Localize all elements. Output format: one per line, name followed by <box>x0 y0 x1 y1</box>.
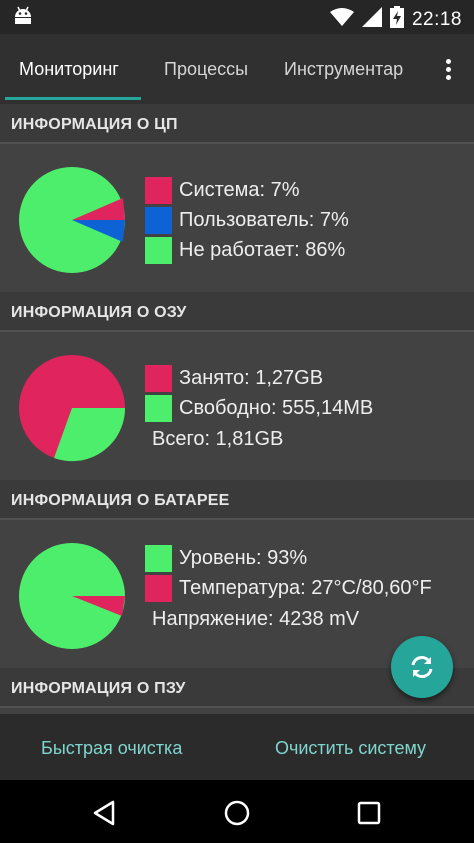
battery-level-value: Уровень: 93% <box>179 546 308 569</box>
legend-row: Температура: 27°C/80,60°F <box>145 574 474 602</box>
status-bar: 22:18 <box>0 0 474 34</box>
back-icon[interactable] <box>90 798 120 828</box>
battery-charging-icon <box>389 6 404 33</box>
legend-swatch <box>145 206 172 234</box>
refresh-icon <box>411 656 433 678</box>
legend-swatch <box>145 364 172 392</box>
clock: 22:18 <box>411 8 462 30</box>
legend-swatch <box>145 236 172 264</box>
rom-section-title: ИНФОРМАЦИЯ О ПЗУ <box>11 680 186 697</box>
more-options-icon[interactable] <box>436 56 460 84</box>
legend-row: Не работает: 86% <box>145 236 345 264</box>
legend-row: Уровень: 93% <box>145 544 307 572</box>
recents-icon[interactable] <box>354 798 384 828</box>
legend-row: Свободно: 555,14MB <box>145 394 373 422</box>
legend-swatch <box>145 176 172 204</box>
tab-tools[interactable]: Инструментар <box>284 59 406 80</box>
wifi-icon <box>329 7 354 32</box>
battery-section-title: ИНФОРМАЦИЯ О БАТАРЕЕ <box>11 492 230 509</box>
refresh-button[interactable] <box>391 636 453 698</box>
cpu-section-header: ИНФОРМАЦИЯ О ЦП <box>0 104 474 144</box>
tab-processes[interactable]: Процессы <box>164 59 248 80</box>
cpu-card: Система: 7% Пользователь: 7% Не работает… <box>0 146 474 292</box>
legend-swatch <box>145 394 172 422</box>
cpu-user-value: Пользователь: 7% <box>179 208 349 231</box>
battery-temperature-value: Температура: 27°C/80,60°F <box>179 576 432 599</box>
battery-pie-chart <box>19 543 125 649</box>
battery-section-header: ИНФОРМАЦИЯ О БАТАРЕЕ <box>0 480 474 520</box>
ram-used-value: Занято: 1,27GB <box>179 366 324 389</box>
home-icon[interactable] <box>222 798 252 828</box>
tab-bar: Мониторинг Процессы Инструментар <box>0 34 474 104</box>
bottom-action-bar: Быстрая очистка Очистить систему <box>0 714 474 780</box>
cpu-idle-value: Не работает: 86% <box>179 238 346 261</box>
legend-swatch <box>145 544 172 572</box>
ram-pie-chart <box>19 355 126 462</box>
tab-monitoring[interactable]: Мониторинг <box>19 59 119 80</box>
legend-swatch <box>145 574 172 602</box>
clean-system-button[interactable]: Очистить систему <box>275 738 426 759</box>
ram-total-value: Всего: 1,81GB <box>152 428 284 450</box>
battery-voltage-value: Напряжение: 4238 mV <box>152 608 360 630</box>
cpu-section-title: ИНФОРМАЦИЯ О ЦП <box>11 116 178 133</box>
ram-free-value: Свободно: 555,14MB <box>179 396 374 419</box>
legend-row: Пользователь: 7% <box>145 206 349 234</box>
android-icon <box>12 5 34 32</box>
legend-row: Система: 7% <box>145 176 300 204</box>
signal-icon <box>361 7 382 32</box>
monitoring-content[interactable]: ИНФОРМАЦИЯ О ЦП Система: 7% Пользователь… <box>0 104 474 714</box>
ram-section-title: ИНФОРМАЦИЯ О ОЗУ <box>11 304 187 321</box>
tab-indicator <box>5 97 141 100</box>
quick-clean-button[interactable]: Быстрая очистка <box>41 738 182 759</box>
cpu-system-value: Система: 7% <box>179 178 300 201</box>
cpu-pie-chart <box>19 167 125 273</box>
legend-row: Занято: 1,27GB <box>145 364 323 392</box>
ram-section-header: ИНФОРМАЦИЯ О ОЗУ <box>0 292 474 332</box>
navigation-bar <box>0 780 474 843</box>
ram-card: Занято: 1,27GB Свободно: 555,14MB Всего:… <box>0 334 474 480</box>
